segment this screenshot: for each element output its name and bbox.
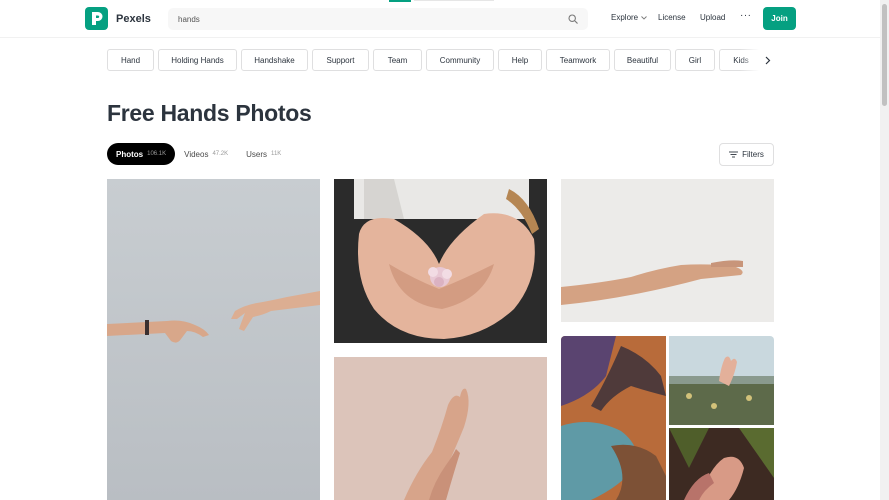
top-navigation-bar: Pexels Explore License Upload ··· Join — [0, 0, 880, 38]
tab-users-label: Users — [246, 149, 268, 159]
filters-label: Filters — [742, 150, 764, 159]
pexels-logo[interactable]: Pexels — [85, 7, 151, 30]
search-bar[interactable] — [168, 8, 588, 30]
tab-users[interactable]: Users 11K — [237, 143, 290, 165]
cupped-hands-flower-photo[interactable] — [334, 179, 547, 343]
hands-reaching-grey-photo[interactable] — [107, 179, 320, 500]
nav-license[interactable]: License — [658, 13, 686, 22]
loading-progress-indicator — [389, 0, 411, 2]
open-hand-white-photo[interactable] — [561, 179, 774, 322]
related-chip-handshake[interactable]: Handshake — [241, 49, 308, 71]
join-button[interactable]: Join — [763, 7, 796, 30]
filters-icon — [729, 151, 739, 158]
hand-field-photo[interactable] — [669, 336, 774, 425]
related-chip-hand[interactable]: Hand — [107, 49, 154, 71]
page-scrollbar[interactable] — [880, 0, 889, 500]
related-chip-beautiful[interactable]: Beautiful — [614, 49, 671, 71]
related-chip-community[interactable]: Community — [426, 49, 494, 71]
chevron-down-icon — [641, 15, 647, 20]
hands-leaves-photo[interactable] — [669, 428, 774, 500]
scrollbar-thumb[interactable] — [882, 4, 887, 106]
related-chip-girl[interactable]: Girl — [675, 49, 715, 71]
tab-videos[interactable]: Videos 47.2K — [175, 143, 237, 165]
related-chip-holding-hands[interactable]: Holding Hands — [158, 49, 237, 71]
nav-explore[interactable]: Explore — [611, 13, 647, 22]
tab-videos-count: 47.2K — [212, 151, 229, 157]
related-searches: Hand Holding Hands Handshake Support Tea… — [107, 49, 775, 71]
search-input[interactable] — [178, 14, 558, 24]
filters-button[interactable]: Filters — [719, 143, 774, 166]
pexels-logo-icon — [85, 7, 108, 30]
tab-photos-label: Photos — [116, 149, 144, 159]
loading-progress-track — [414, 0, 494, 1]
tab-users-count: 11K — [271, 151, 282, 157]
related-chip-support[interactable]: Support — [312, 49, 369, 71]
more-options-icon[interactable]: ··· — [740, 10, 752, 21]
raised-hands-pink-photo[interactable] — [334, 357, 547, 500]
related-chip-help[interactable]: Help — [498, 49, 542, 71]
related-chip-team[interactable]: Team — [373, 49, 422, 71]
tab-photos-count: 106.1K — [147, 151, 167, 157]
chevron-right-icon[interactable] — [762, 53, 774, 67]
painted-hands-photo[interactable] — [561, 336, 666, 500]
related-chip-teamwork[interactable]: Teamwork — [546, 49, 610, 71]
nav-upload[interactable]: Upload — [700, 13, 725, 22]
tab-photos[interactable]: Photos 106.1K — [107, 143, 176, 165]
media-type-tabs: Photos 106.1K Videos 47.2K Users 11K — [107, 143, 290, 165]
tab-videos-label: Videos — [184, 149, 209, 159]
page-title: Free Hands Photos — [107, 100, 312, 126]
brand-name: Pexels — [116, 12, 151, 25]
search-icon[interactable] — [568, 14, 578, 24]
nav-explore-label: Explore — [611, 13, 639, 22]
